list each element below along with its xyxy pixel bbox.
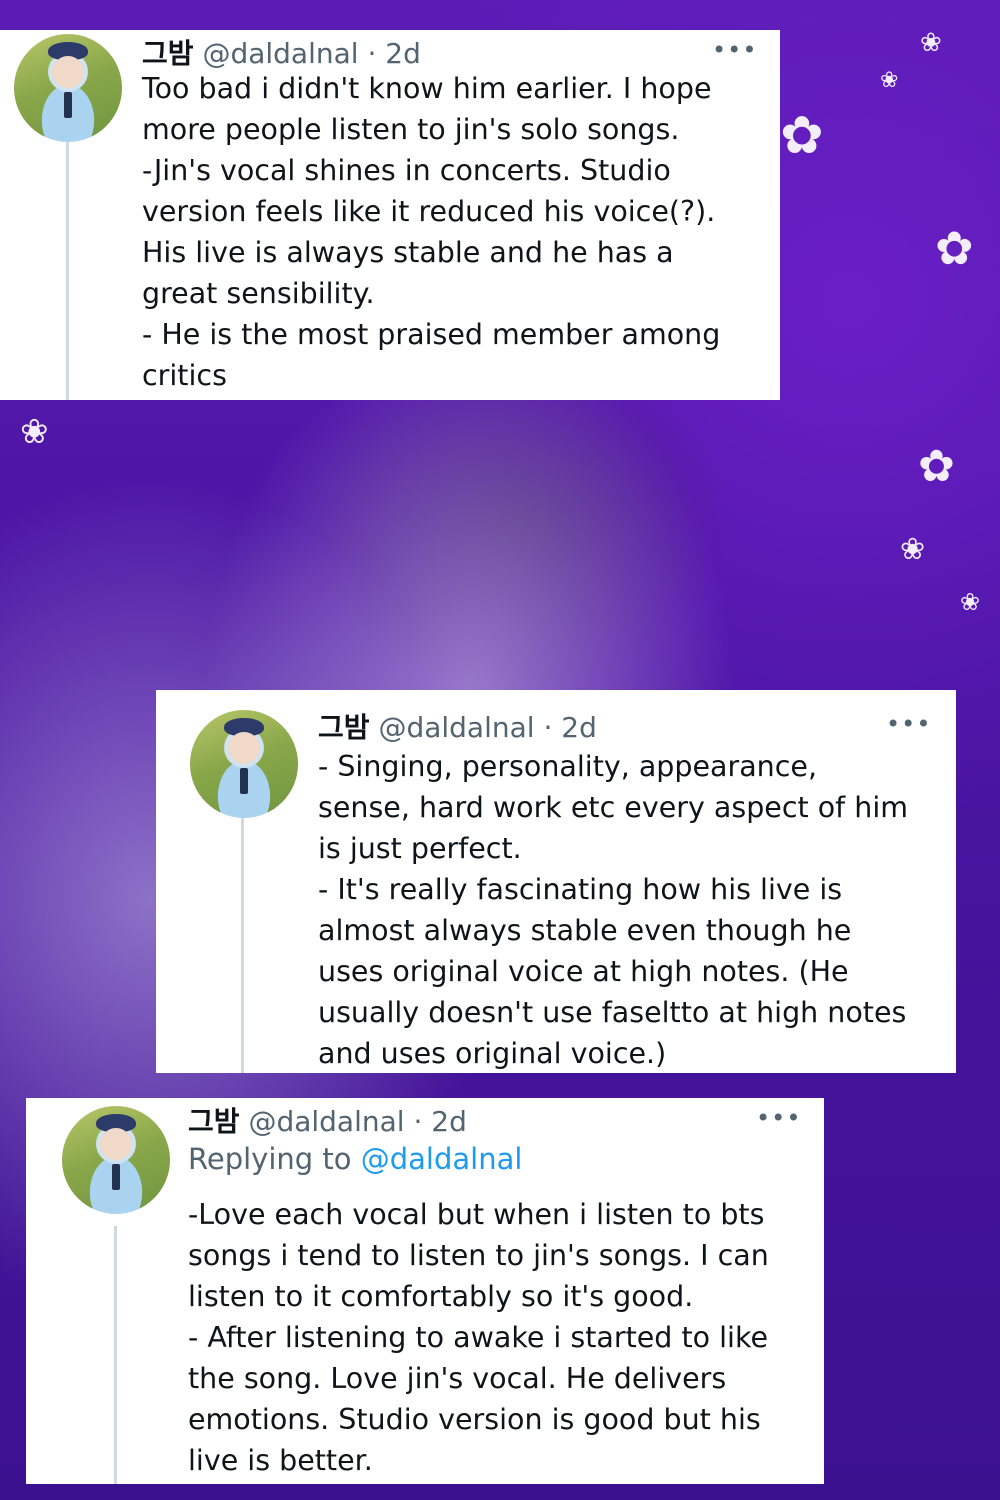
tweet-text-line: sense, hard work etc every aspect of him [318, 791, 908, 824]
petal-icon: ❀ [20, 412, 49, 452]
tweet-text-line: almost always stable even though he [318, 914, 852, 947]
display-name[interactable]: 그밤 [188, 1105, 240, 1138]
timestamp[interactable]: 2d [561, 711, 597, 744]
tweet-text-line: -Love each vocal but when i listen to bt… [188, 1198, 765, 1231]
tweet-header: 그밤 @daldalnal · 2d [318, 706, 597, 746]
display-name[interactable]: 그밤 [318, 711, 370, 744]
petal-icon: ❀ [920, 28, 942, 58]
avatar[interactable] [62, 1106, 170, 1214]
tweet-text-line: - After listening to awake i started to … [188, 1321, 768, 1354]
tweet-text-line: songs i tend to listen to jin's songs. I… [188, 1239, 769, 1272]
tweet-text-line: great sensibility. [142, 277, 375, 310]
replying-to-handle[interactable]: @daldalnal [361, 1142, 523, 1176]
thread-line [114, 1226, 117, 1484]
replying-to-label: Replying to [188, 1142, 361, 1176]
tweet-text-line: -Jin's vocal shines in concerts. Studio [142, 154, 671, 187]
petal-icon: ❀ [960, 588, 981, 616]
tweet-text-line: the song. Love jin's vocal. He delivers [188, 1362, 727, 1395]
tweet-text-line: - Singing, personality, appearance, [318, 750, 818, 783]
tweet-text-line: more people listen to jin's solo songs. [142, 113, 680, 146]
tweet-text-line: - It's really fascinating how his live i… [318, 873, 843, 906]
avatar[interactable] [14, 34, 122, 142]
replying-to: Replying to @daldalnal [188, 1142, 522, 1176]
tweet-text: - Singing, personality, appearance, sens… [318, 746, 908, 1074]
separator: · [367, 37, 377, 70]
more-options-icon[interactable]: ••• [712, 36, 757, 64]
tweet-text-line: uses original voice at high notes. (He [318, 955, 849, 988]
tweet-text-line: His live is always stable and he has a [142, 236, 674, 269]
tweet-text: -Love each vocal but when i listen to bt… [188, 1194, 769, 1481]
handle[interactable]: @daldalnal [248, 1105, 404, 1138]
more-options-icon[interactable]: ••• [756, 1104, 801, 1132]
tweet-card: 그밤 @daldalnal · 2d ••• Replying to @dald… [26, 1098, 824, 1484]
tweet-text-line: is just perfect. [318, 832, 522, 865]
more-options-icon[interactable]: ••• [886, 710, 931, 738]
display-name[interactable]: 그밤 [142, 37, 194, 70]
petal-icon: ✿ [780, 106, 824, 166]
tweet-header: 그밤 @daldalnal · 2d [188, 1100, 467, 1140]
tweet-text-line: critics [142, 359, 227, 392]
tweet-text-line: and uses original voice.) [318, 1037, 667, 1070]
petal-icon: ✿ [918, 441, 955, 492]
tweet-text-line: version feels like it reduced his voice(… [142, 195, 716, 228]
tweet-text-line: usually doesn't use faseltto at high not… [318, 996, 907, 1029]
tweet-text-line: emotions. Studio version is good but his [188, 1403, 761, 1436]
separator: · [543, 711, 553, 744]
tweet-text-line: - He is the most praised member among [142, 318, 721, 351]
timestamp[interactable]: 2d [431, 1105, 467, 1138]
petal-icon: ✿ [935, 221, 974, 275]
tweet-card: 그밤 @daldalnal · 2d ••• Too bad i didn't … [0, 30, 780, 400]
handle[interactable]: @daldalnal [378, 711, 534, 744]
tweet-text-line: listen to it comfortably so it's good. [188, 1280, 694, 1313]
tweet-card: 그밤 @daldalnal · 2d ••• - Singing, person… [156, 690, 956, 1073]
petal-icon: ❀ [880, 68, 899, 93]
tweet-header: 그밤 @daldalnal · 2d [142, 32, 421, 72]
petal-icon: ❀ [900, 532, 926, 567]
avatar[interactable] [190, 710, 298, 818]
thread-line [241, 818, 244, 1073]
tweet-text-line: live is better. [188, 1444, 373, 1477]
timestamp[interactable]: 2d [385, 37, 421, 70]
thread-line [66, 142, 69, 400]
handle[interactable]: @daldalnal [202, 37, 358, 70]
tweet-text-line: Too bad i didn't know him earlier. I hop… [142, 72, 712, 105]
separator: · [413, 1105, 423, 1138]
tweet-text: Too bad i didn't know him earlier. I hop… [142, 68, 720, 396]
